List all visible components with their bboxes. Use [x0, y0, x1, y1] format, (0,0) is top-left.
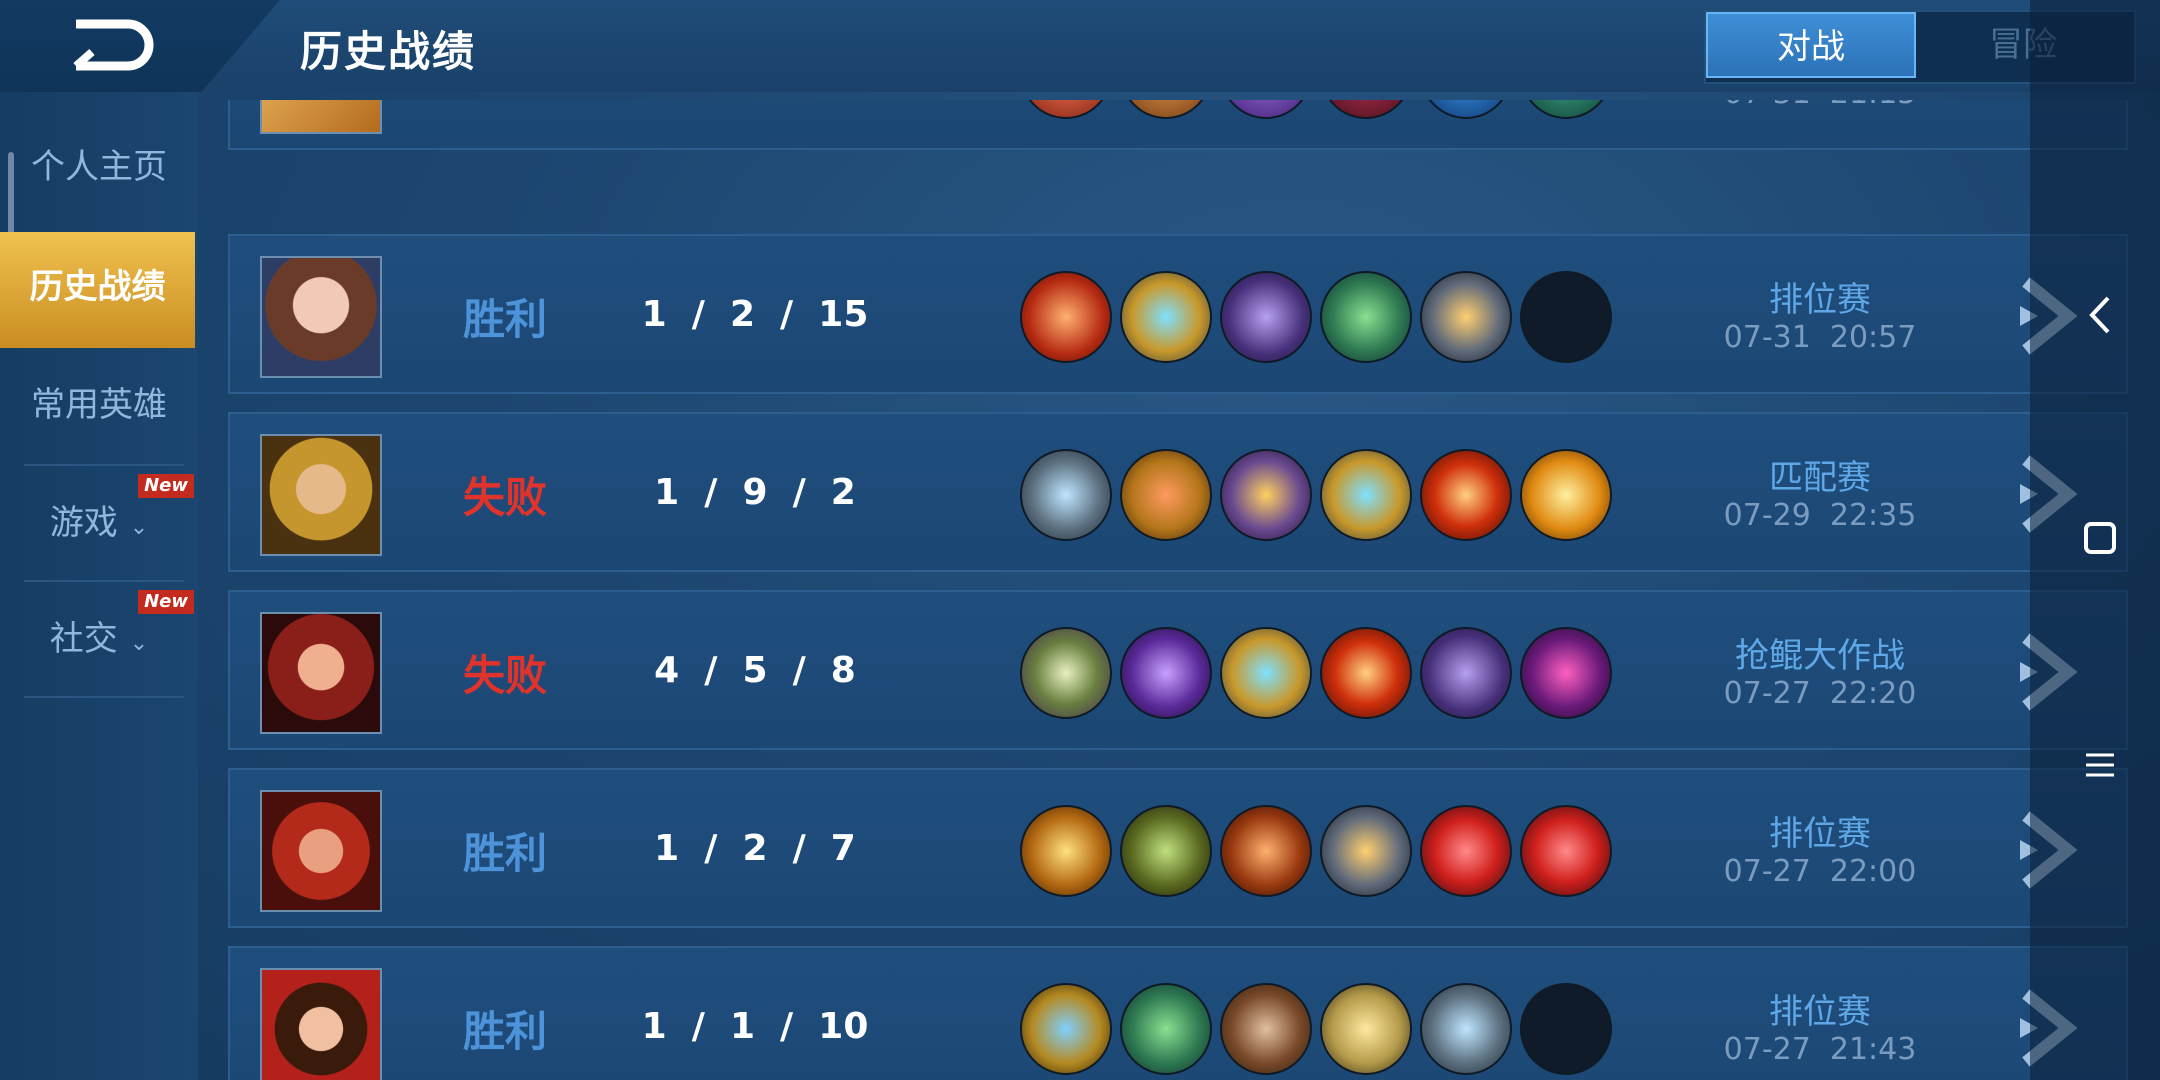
- item-icon: [1420, 627, 1512, 719]
- item-icon: [1320, 983, 1412, 1075]
- equipment-list: [1020, 805, 1620, 899]
- equipment-list: [1020, 449, 1620, 543]
- system-nav-bar: [2030, 0, 2160, 1080]
- item-icon: [1120, 805, 1212, 897]
- hero-avatar: [260, 100, 382, 134]
- tab-battle[interactable]: 对战: [1706, 12, 1916, 78]
- item-icon: [1220, 449, 1312, 541]
- match-mode: 排位赛: [1769, 814, 1871, 854]
- item-icon: [1320, 449, 1412, 541]
- item-icon: [1220, 805, 1312, 897]
- match-row[interactable]: 胜利 1 / 1 / 10 排位赛 07-27 21:43: [228, 946, 2128, 1080]
- item-icon: [1320, 627, 1412, 719]
- match-result: 胜利: [462, 1007, 547, 1056]
- page-title: 历史战绩: [300, 27, 477, 76]
- match-time: 07-31 21:15: [1680, 100, 1960, 111]
- item-icon: [1120, 100, 1212, 119]
- equipment-list: [1020, 100, 1620, 121]
- hero-avatar: [260, 612, 382, 734]
- item-icon: [1020, 271, 1112, 363]
- item-icon: [1020, 805, 1112, 897]
- item-icon: [1320, 271, 1412, 363]
- match-result: 失败: [462, 651, 547, 700]
- match-time: 07-31 20:57: [1723, 320, 1917, 355]
- top-bar: 历史战绩 对战 冒险: [0, 0, 2160, 92]
- item-icon: [1220, 983, 1312, 1075]
- match-result: 失败: [430, 100, 580, 103]
- match-row[interactable]: 失败 07-31 21:15: [228, 100, 2128, 150]
- match-row[interactable]: 失败 4 / 5 / 8 抢鲲大作战 07-27 22:20: [228, 590, 2128, 750]
- item-icon: [1520, 449, 1612, 541]
- match-list-top: 失败 07-31 21:15: [0, 100, 2160, 152]
- match-result: 失败: [462, 473, 547, 522]
- nav-back-icon[interactable]: [2080, 290, 2120, 340]
- match-kda: 4 / 5 / 8: [654, 650, 856, 691]
- match-mode: 抢鲲大作战: [1735, 636, 1905, 676]
- item-slot-empty: [1520, 271, 1612, 363]
- hero-avatar: [260, 434, 382, 556]
- match-mode: 匹配赛: [1769, 458, 1871, 498]
- match-result: 胜利: [462, 295, 547, 344]
- back-arrow-icon: [73, 19, 154, 71]
- match-result: 胜利: [462, 829, 547, 878]
- match-kda: 1 / 2 / 15: [641, 294, 869, 335]
- item-icon: [1120, 983, 1212, 1075]
- item-icon: [1520, 805, 1612, 897]
- match-list: 胜利 1 / 2 / 15 排位赛 07-31 20:57 失败 1 / 9 /…: [0, 148, 2160, 1080]
- item-icon: [1020, 449, 1112, 541]
- nav-home-icon[interactable]: [2080, 518, 2120, 558]
- item-icon: [1420, 449, 1512, 541]
- item-icon: [1020, 627, 1112, 719]
- item-icon: [1420, 271, 1512, 363]
- item-icon: [1220, 100, 1312, 119]
- item-icon: [1420, 805, 1512, 897]
- equipment-list: [1020, 627, 1620, 721]
- item-icon: [1120, 271, 1212, 363]
- item-icon: [1220, 271, 1312, 363]
- item-icon: [1420, 100, 1512, 119]
- item-icon: [1020, 983, 1112, 1075]
- match-row[interactable]: 胜利 1 / 2 / 7 排位赛 07-27 22:00: [228, 768, 2128, 928]
- match-kda: 1 / 9 / 2: [654, 472, 856, 513]
- match-row[interactable]: 胜利 1 / 2 / 15 排位赛 07-31 20:57: [228, 234, 2128, 394]
- item-slot-empty: [1520, 983, 1612, 1075]
- match-kda: 1 / 2 / 7: [654, 828, 856, 869]
- item-icon: [1120, 627, 1212, 719]
- match-time: 07-27 21:43: [1723, 1032, 1917, 1067]
- match-mode: 排位赛: [1769, 280, 1871, 320]
- equipment-list: [1020, 271, 1620, 365]
- equipment-list: [1020, 983, 1620, 1077]
- item-icon: [1320, 805, 1412, 897]
- match-time: 07-27 22:00: [1723, 854, 1917, 889]
- item-icon: [1520, 100, 1612, 119]
- match-mode: 排位赛: [1769, 992, 1871, 1032]
- match-kda: 1 / 1 / 10: [641, 1006, 869, 1047]
- match-time: 07-27 22:20: [1723, 676, 1917, 711]
- match-row[interactable]: 失败 1 / 9 / 2 匹配赛 07-29 22:35: [228, 412, 2128, 572]
- nav-menu-icon[interactable]: [2080, 745, 2120, 785]
- item-icon: [1020, 100, 1112, 119]
- item-icon: [1420, 983, 1512, 1075]
- item-icon: [1220, 627, 1312, 719]
- item-icon: [1520, 627, 1612, 719]
- hero-avatar: [260, 790, 382, 912]
- hero-avatar: [260, 256, 382, 378]
- item-icon: [1320, 100, 1412, 119]
- match-time: 07-29 22:35: [1723, 498, 1917, 533]
- hero-avatar: [260, 968, 382, 1080]
- item-icon: [1120, 449, 1212, 541]
- back-button[interactable]: [0, 0, 280, 92]
